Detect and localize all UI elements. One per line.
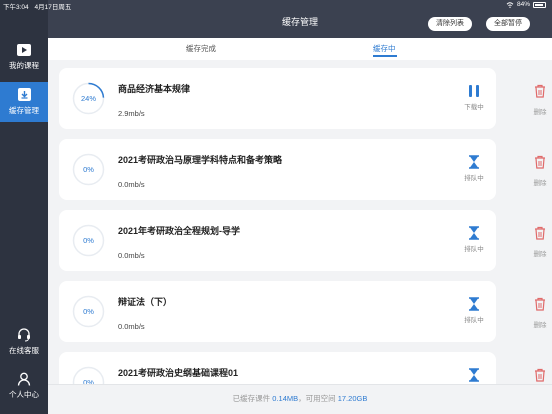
status-bar: 下午3:04 4月17日周五 84%: [0, 0, 552, 11]
queue-button[interactable]: 排队中: [454, 155, 494, 182]
hourglass-icon: [467, 155, 481, 169]
download-speed: 0.0mb/s: [118, 251, 145, 260]
download-speed: 0.0mb/s: [118, 322, 145, 331]
delete-button[interactable]: 删除: [520, 226, 552, 258]
sidebar-item-label: 个人中心: [9, 390, 39, 399]
play-icon: [17, 43, 31, 56]
sidebar-item-cache-manage[interactable]: 缓存管理: [0, 82, 48, 122]
delete-button[interactable]: 删除: [520, 84, 552, 116]
status-label: 排队中: [464, 246, 484, 253]
status-label: 排队中: [464, 317, 484, 324]
headset-icon: [17, 327, 31, 341]
tab-bar: 缓存完成 缓存中: [48, 38, 552, 60]
trash-icon: [534, 84, 546, 103]
trash-icon: [534, 297, 546, 316]
tab-caching[interactable]: 缓存中: [373, 43, 396, 54]
delete-label: 删除: [533, 322, 547, 329]
progress-ring: 24%: [72, 82, 105, 115]
user-icon: [17, 372, 31, 386]
queue-button[interactable]: [454, 368, 494, 382]
status-label: 下载中: [464, 104, 484, 111]
status-time: 下午3:04: [3, 4, 29, 11]
delete-button[interactable]: 删除: [520, 155, 552, 187]
status-date: 4月17日周五: [34, 4, 72, 11]
progress-ring: 0%: [72, 295, 105, 328]
free-space-label: ，可用空间: [298, 394, 336, 403]
tab-cache-complete[interactable]: 缓存完成: [186, 43, 216, 54]
queue-button[interactable]: 排队中: [454, 297, 494, 324]
sidebar-item-personal-center[interactable]: 个人中心: [0, 366, 48, 406]
sidebar-item-label: 我的课程: [9, 61, 39, 70]
hourglass-icon: [467, 368, 481, 382]
wifi-icon: [506, 1, 514, 8]
progress-percent: 0%: [83, 378, 94, 384]
download-title: 商品经济基本规律: [118, 84, 191, 94]
delete-button[interactable]: [520, 368, 552, 384]
progress-ring: 0%: [72, 366, 105, 384]
download-title: 2021年考研政治全程规划-导学: [118, 226, 241, 236]
sidebar: 我的课程 缓存管理 在线客服 个人中心: [0, 0, 48, 414]
delete-button[interactable]: 删除: [520, 297, 552, 329]
download-title: 2021考研政治马原理学科特点和备考策略: [118, 155, 283, 165]
download-item[interactable]: 0% 辩证法（下） 0.0mb/s 排队中 删除: [59, 281, 547, 342]
progress-ring: 0%: [72, 224, 105, 257]
progress-percent: 24%: [80, 94, 96, 103]
download-speed: 0.0mb/s: [118, 180, 145, 189]
sidebar-item-online-service[interactable]: 在线客服: [0, 322, 48, 362]
hourglass-icon: [467, 226, 481, 240]
progress-percent: 0%: [83, 307, 94, 316]
download-item[interactable]: 0% 2021年考研政治全程规划-导学 0.0mb/s 排队中 删除: [59, 210, 547, 271]
sidebar-item-label: 缓存管理: [9, 106, 39, 115]
free-space-size: 17.20GB: [337, 394, 368, 403]
trash-icon: [534, 155, 546, 174]
cached-label: 已缓存课件: [232, 394, 271, 403]
download-title: 2021考研政治史纲基础课程01: [118, 368, 239, 378]
trash-icon: [534, 368, 546, 384]
progress-percent: 0%: [83, 236, 94, 245]
status-label: 排队中: [464, 175, 484, 182]
tab-active-indicator: [373, 55, 397, 57]
pause-icon: [467, 84, 481, 98]
battery-icon: [533, 1, 546, 8]
download-item[interactable]: 0% 2021考研政治史纲基础课程01: [59, 352, 545, 384]
download-icon: [17, 88, 31, 101]
trash-icon: [534, 226, 546, 245]
download-list: 24% 商品经济基本规律 2.9mb/s 下载中 删除 0% 2021考研政治马…: [48, 60, 552, 384]
download-title: 辩证法（下）: [118, 297, 173, 307]
cached-size: 0.14MB: [272, 394, 299, 403]
battery-level: 84%: [516, 1, 530, 8]
download-item[interactable]: 24% 商品经济基本规律 2.9mb/s 下载中 删除: [59, 68, 547, 129]
delete-label: 删除: [533, 109, 547, 116]
hourglass-icon: [467, 297, 481, 311]
delete-label: 删除: [533, 180, 547, 187]
delete-label: 删除: [533, 251, 547, 258]
pause-all-button[interactable]: 全部暂停: [486, 17, 530, 31]
queue-button[interactable]: 排队中: [454, 226, 494, 253]
sidebar-item-my-courses[interactable]: 我的课程: [0, 37, 48, 77]
pause-button[interactable]: 下载中: [454, 84, 494, 111]
download-speed: 2.9mb/s: [118, 109, 145, 118]
storage-footer: 已缓存课件 0.14MB，可用空间 17.20GB: [48, 384, 552, 414]
page-title: 缓存管理: [281, 17, 318, 27]
progress-percent: 0%: [83, 165, 94, 174]
clear-list-button[interactable]: 清除列表: [428, 17, 472, 31]
download-item[interactable]: 0% 2021考研政治马原理学科特点和备考策略 0.0mb/s 排队中 删除: [59, 139, 547, 200]
progress-ring: 0%: [72, 153, 105, 186]
sidebar-item-label: 在线客服: [9, 346, 39, 355]
